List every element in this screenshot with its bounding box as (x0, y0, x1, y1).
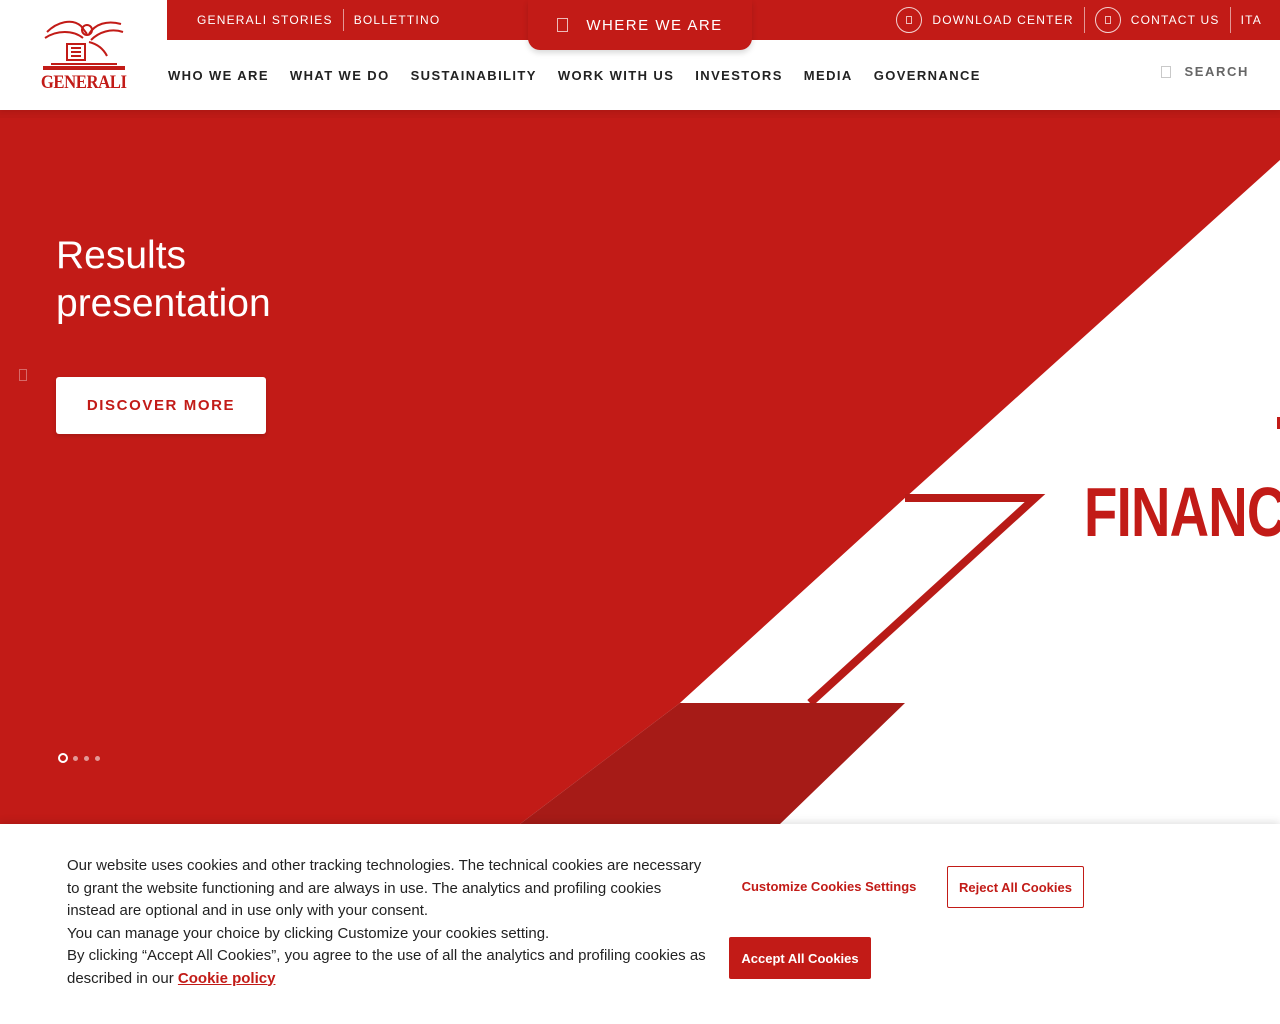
discover-more-button[interactable]: DISCOVER MORE (56, 377, 266, 434)
language-switch[interactable]: ITA (1231, 9, 1262, 31)
nav-sustainability[interactable]: SUSTAINABILITY (411, 68, 537, 83)
nav-governance[interactable]: GOVERNANCE (874, 68, 981, 83)
map-pin-icon (557, 18, 569, 32)
generali-logo[interactable]: GENERALI (36, 14, 132, 94)
nav-investors[interactable]: INVESTORS (695, 68, 783, 83)
cookie-banner: Our website uses cookies and other track… (0, 824, 1280, 1024)
cookie-text-paragraph-2: You can manage your choice by clicking C… (67, 924, 550, 942)
carousel-dot-3[interactable] (84, 755, 89, 761)
carousel-dot-4[interactable] (95, 755, 100, 761)
carousel-dot-2[interactable] (73, 755, 78, 761)
search-label: SEARCH (1184, 64, 1249, 79)
hero-title-line-2: presentation (56, 282, 271, 325)
finance-background-text: FINANC (1084, 473, 1280, 551)
nav-media[interactable]: MEDIA (804, 68, 853, 83)
cookie-policy-link[interactable]: Cookie policy (178, 970, 276, 987)
utility-links: GENERALI STORIES BOLLETTINO (167, 0, 450, 40)
previous-slide-arrow-icon[interactable] (19, 369, 27, 381)
site-header: GENERALI GENERALI STORIES BOLLETTINO DOW… (0, 0, 1280, 110)
cookie-text-paragraph-1: Our website uses cookies and other track… (67, 857, 702, 919)
reject-all-cookies-button[interactable]: Reject All Cookies (947, 866, 1084, 908)
download-icon (896, 7, 923, 33)
utility-actions: DOWNLOAD CENTER CONTACT US ITA (886, 0, 1262, 40)
where-we-are-label: WHERE WE ARE (586, 16, 723, 34)
contact-us-link[interactable]: CONTACT US (1085, 7, 1231, 33)
generali-stories-link[interactable]: GENERALI STORIES (167, 9, 344, 31)
nav-who-we-are[interactable]: WHO WE ARE (168, 68, 269, 83)
contact-icon (1094, 7, 1121, 33)
bollettino-link[interactable]: BOLLETTINO (344, 9, 451, 31)
hero-title-line-1: Results (56, 234, 187, 277)
accept-all-cookies-button[interactable]: Accept All Cookies (729, 937, 871, 979)
cookie-consent-text: By clicking “Accept All Cookies”, you ag… (67, 947, 706, 987)
cookie-text-paragraph-3: By clicking “Accept All Cookies”, you ag… (67, 945, 712, 990)
where-we-are-button[interactable]: WHERE WE ARE (528, 0, 752, 50)
hero-graphic (0, 110, 1280, 824)
contact-us-label: CONTACT US (1130, 13, 1220, 27)
lion-emblem-icon (43, 20, 125, 70)
logo-wordmark: GENERALI (41, 72, 127, 93)
download-center-label: DOWNLOAD CENTER (932, 13, 1074, 27)
main-navigation: WHO WE ARE WHAT WE DO SUSTAINABILITY WOR… (168, 62, 1002, 88)
carousel-dots (58, 753, 106, 763)
download-center-link[interactable]: DOWNLOAD CENTER (886, 7, 1085, 33)
nav-work-with-us[interactable]: WORK WITH US (558, 68, 674, 83)
cookie-text: Our website uses cookies and other track… (67, 855, 712, 990)
search-button[interactable]: SEARCH (1160, 64, 1250, 79)
hero-title: Results presentation (56, 232, 271, 328)
customize-cookies-button[interactable]: Customize Cookies Settings (729, 866, 929, 906)
nav-what-we-do[interactable]: WHAT WE DO (290, 68, 390, 83)
search-icon (1160, 65, 1171, 78)
carousel-dot-1[interactable] (58, 753, 68, 763)
hero-carousel: FINANC Results presentation DISCOVER MOR… (0, 110, 1280, 824)
